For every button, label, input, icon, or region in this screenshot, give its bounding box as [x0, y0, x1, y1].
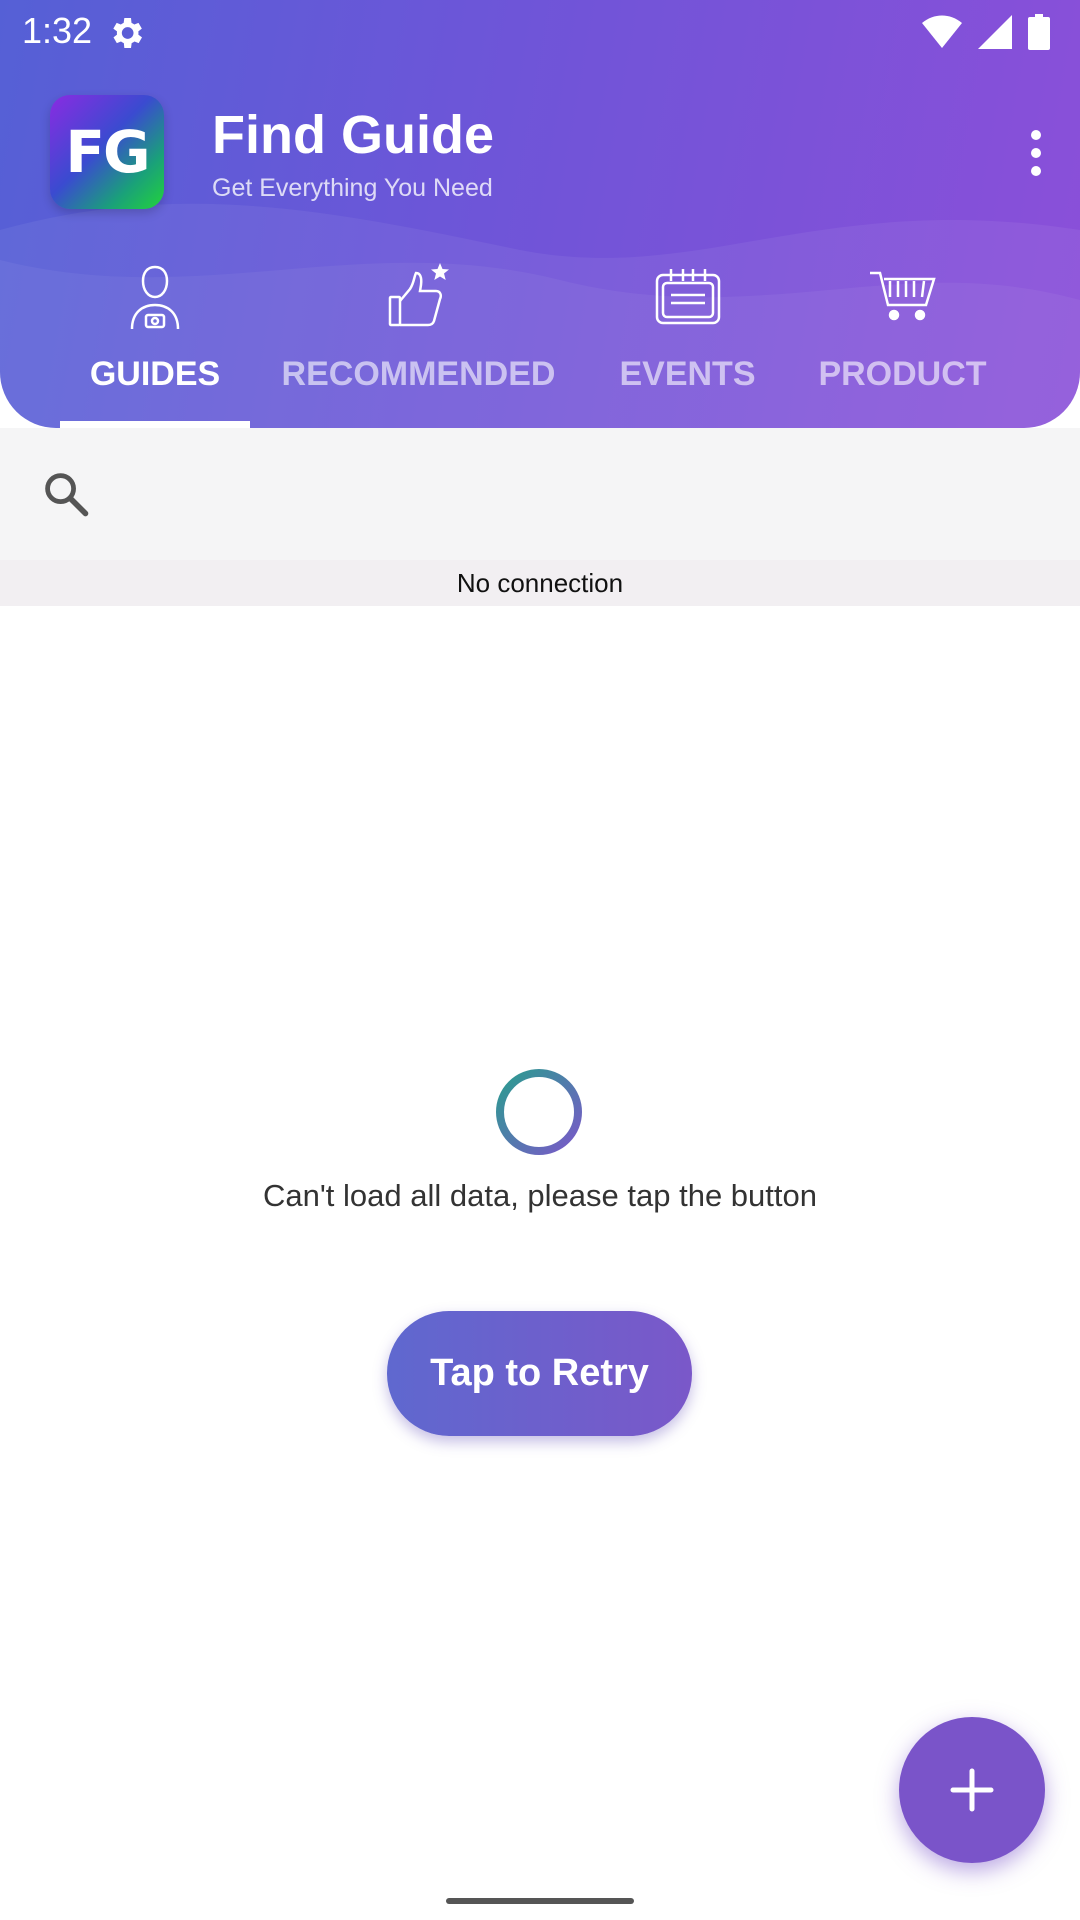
- no-connection-banner: No connection: [0, 560, 1080, 606]
- status-right-icons: [922, 14, 1050, 50]
- thumbs-up-star-icon: [388, 263, 449, 327]
- status-time: 1:32: [22, 10, 93, 51]
- plus-icon: [950, 1768, 994, 1812]
- search-bar: [0, 428, 1080, 560]
- app-screen: 1:32 FG Find Guide Get Everything You Ne…: [0, 0, 1080, 1920]
- signal-icon: [978, 15, 1012, 49]
- search-input[interactable]: [120, 458, 1024, 532]
- tab-label: PRODUCT: [818, 355, 987, 393]
- tab-bar: GUIDES RECOMMENDED EVENTS PRODUCT: [0, 255, 1080, 428]
- app-title: Find Guide: [212, 105, 494, 165]
- overflow-menu-icon[interactable]: [1016, 118, 1056, 188]
- gear-icon: [113, 18, 142, 48]
- app-logo-text: FG: [65, 118, 150, 186]
- tab-label: GUIDES: [89, 355, 221, 393]
- gesture-navigation-bar[interactable]: [446, 1898, 634, 1904]
- battery-icon: [1028, 14, 1050, 50]
- search-icon[interactable]: [40, 468, 92, 520]
- retry-button[interactable]: Tap to Retry: [387, 1311, 692, 1436]
- app-logo: FG: [50, 95, 164, 209]
- tab-events[interactable]: EVENTS: [605, 255, 770, 428]
- tab-product[interactable]: PRODUCT: [805, 255, 1000, 428]
- active-tab-indicator: [60, 421, 250, 428]
- guide-person-icon: [130, 265, 180, 330]
- app-subtitle: Get Everything You Need: [212, 174, 493, 202]
- wifi-icon: [922, 15, 962, 48]
- tab-guides[interactable]: GUIDES: [55, 255, 255, 428]
- app-header: 1:32 FG Find Guide Get Everything You Ne…: [0, 0, 1080, 428]
- calendar-icon: [655, 269, 720, 325]
- tab-label: EVENTS: [619, 355, 756, 393]
- tab-recommended[interactable]: RECOMMENDED: [276, 255, 561, 428]
- error-message: Can't load all data, please tap the butt…: [263, 1178, 817, 1213]
- cart-icon: [869, 271, 936, 321]
- tab-label: RECOMMENDED: [281, 355, 556, 393]
- status-bar: 1:32: [0, 0, 1080, 64]
- add-fab-button[interactable]: [899, 1717, 1045, 1863]
- loading-spinner-icon: [496, 1069, 582, 1155]
